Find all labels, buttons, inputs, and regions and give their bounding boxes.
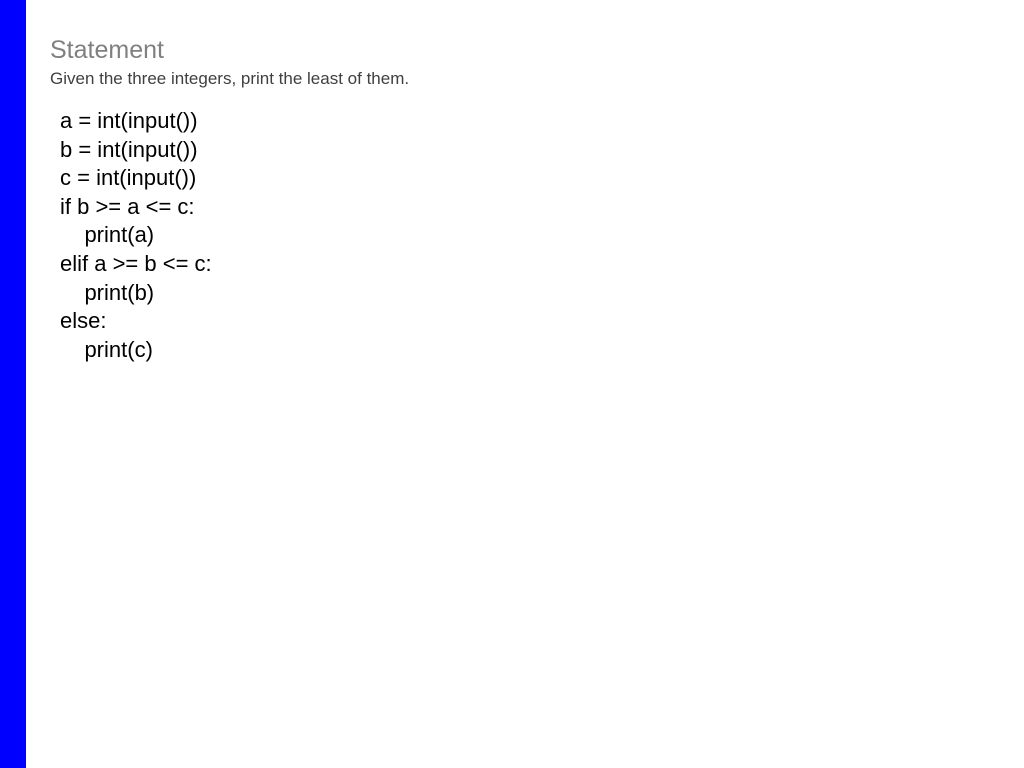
side-accent-bar bbox=[0, 0, 26, 768]
code-block: a = int(input()) b = int(input()) c = in… bbox=[60, 107, 1004, 364]
statement-heading: Statement bbox=[50, 36, 1004, 65]
main-content: Statement Given the three integers, prin… bbox=[50, 36, 1004, 364]
statement-description: Given the three integers, print the leas… bbox=[50, 69, 1004, 89]
